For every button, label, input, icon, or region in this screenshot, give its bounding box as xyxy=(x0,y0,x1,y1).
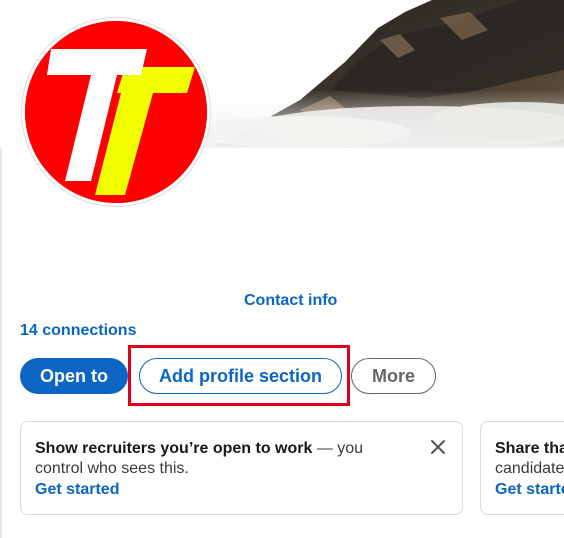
more-button[interactable]: More xyxy=(351,358,436,394)
share-card: Share tha candidate Get starte xyxy=(480,421,564,515)
contact-info-link[interactable]: Contact info xyxy=(244,292,337,310)
profile-avatar[interactable] xyxy=(22,18,210,206)
close-icon[interactable] xyxy=(430,439,446,455)
open-to-work-card: Show recruiters you’re open to work — yo… xyxy=(20,421,463,515)
connections-link[interactable]: 14 connections xyxy=(20,322,136,340)
t-logo-icon xyxy=(25,21,207,203)
get-started-link[interactable]: Get starte xyxy=(495,481,564,499)
get-started-link[interactable]: Get started xyxy=(35,481,119,499)
card-message: Share tha candidate xyxy=(495,439,564,479)
open-to-button[interactable]: Open to xyxy=(20,358,128,394)
card-body: candidate xyxy=(495,460,564,477)
card-message: Show recruiters you’re open to work — yo… xyxy=(35,439,414,479)
card-title: Show recruiters you’re open to work xyxy=(35,440,313,457)
card-title: Share tha xyxy=(495,440,564,457)
add-profile-section-button[interactable]: Add profile section xyxy=(139,358,342,394)
